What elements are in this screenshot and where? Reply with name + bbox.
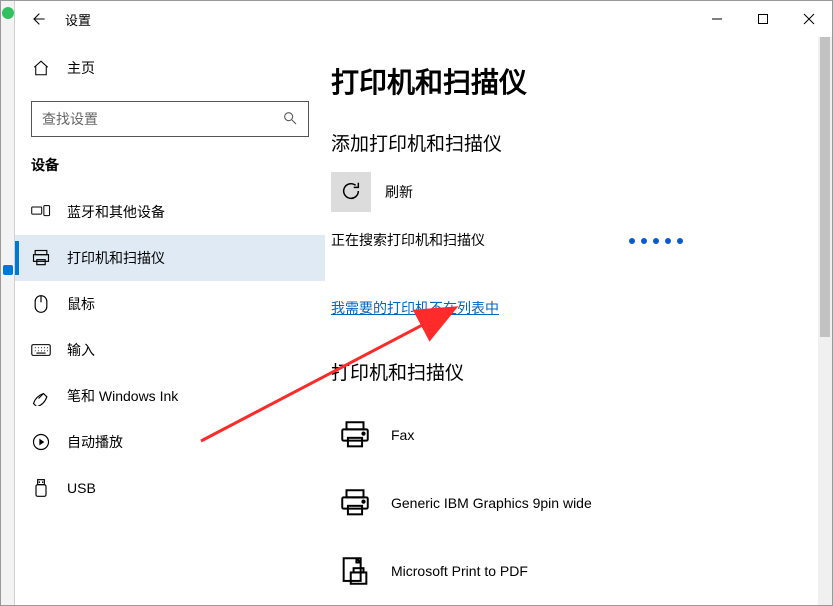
- search-input[interactable]: [42, 111, 282, 127]
- sidebar-item-typing[interactable]: 输入: [15, 327, 325, 373]
- device-name: Generic IBM Graphics 9pin wide: [391, 495, 592, 511]
- main-content: 打印机和扫描仪 添加打印机和扫描仪 刷新 正在搜索打印机和扫描仪: [325, 37, 832, 605]
- window-minimize-button[interactable]: [694, 1, 740, 37]
- sidebar-item-label: 鼠标: [67, 294, 95, 314]
- home-icon: [31, 58, 51, 78]
- sidebar-item-label: 自动播放: [67, 432, 123, 452]
- autoplay-icon: [31, 432, 51, 452]
- sidebar-item-label: USB: [67, 480, 96, 496]
- sidebar-item-pen[interactable]: 笔和 Windows Ink: [15, 373, 325, 419]
- usb-icon: [31, 478, 51, 498]
- printer-icon: [337, 485, 373, 521]
- keyboard-icon: [31, 340, 51, 360]
- mouse-icon: [31, 294, 51, 314]
- printer-not-listed-link[interactable]: 我需要的打印机不在列表中: [331, 298, 499, 318]
- add-section-heading: 添加打印机和扫描仪: [331, 129, 802, 156]
- sidebar: 主页 设备: [15, 37, 325, 605]
- window-close-button[interactable]: [786, 1, 832, 37]
- back-button[interactable]: [29, 10, 47, 28]
- device-row[interactable]: Fax: [331, 401, 802, 469]
- scrollbar-thumb[interactable]: [820, 37, 830, 337]
- device-name: Microsoft Print to PDF: [391, 563, 528, 579]
- refresh-icon: [340, 180, 362, 205]
- background-window-edge: [1, 1, 15, 605]
- sidebar-home[interactable]: 主页: [15, 45, 325, 91]
- device-name: Fax: [391, 427, 414, 443]
- pen-icon: [31, 386, 51, 406]
- settings-window: 设置 主页: [0, 0, 833, 606]
- decor-dot: [2, 7, 14, 19]
- sidebar-item-bluetooth[interactable]: 蓝牙和其他设备: [15, 189, 325, 235]
- scrollbar[interactable]: [818, 37, 832, 605]
- window-title: 设置: [65, 10, 91, 29]
- sidebar-item-label: 笔和 Windows Ink: [67, 386, 178, 406]
- sidebar-item-label: 蓝牙和其他设备: [67, 202, 165, 222]
- sidebar-section-label: 设备: [15, 155, 325, 189]
- searching-status: 正在搜索打印机和扫描仪: [331, 230, 802, 250]
- sidebar-home-label: 主页: [67, 58, 95, 78]
- sidebar-item-mouse[interactable]: 鼠标: [15, 281, 325, 327]
- decor-dot: [3, 265, 13, 275]
- titlebar: 设置: [15, 1, 832, 37]
- sidebar-item-usb[interactable]: USB: [15, 465, 325, 511]
- sidebar-item-label: 打印机和扫描仪: [67, 248, 165, 268]
- window-maximize-button[interactable]: [740, 1, 786, 37]
- printer-icon: [31, 248, 51, 268]
- document-printer-icon: [337, 553, 373, 589]
- refresh-label: 刷新: [385, 182, 413, 202]
- devices-icon: [31, 202, 51, 222]
- search-icon: [282, 110, 298, 129]
- page-title: 打印机和扫描仪: [331, 61, 802, 101]
- device-row[interactable]: Generic IBM Graphics 9pin wide: [331, 469, 802, 537]
- refresh-button[interactable]: [331, 172, 371, 212]
- sidebar-item-printers[interactable]: 打印机和扫描仪: [15, 235, 325, 281]
- printer-icon: [337, 417, 373, 453]
- sidebar-item-label: 输入: [67, 340, 95, 360]
- devices-section-heading: 打印机和扫描仪: [331, 358, 802, 385]
- device-row[interactable]: Microsoft Print to PDF: [331, 537, 802, 605]
- sidebar-item-autoplay[interactable]: 自动播放: [15, 419, 325, 465]
- search-box[interactable]: [31, 101, 309, 137]
- progress-dots-icon: [629, 238, 683, 244]
